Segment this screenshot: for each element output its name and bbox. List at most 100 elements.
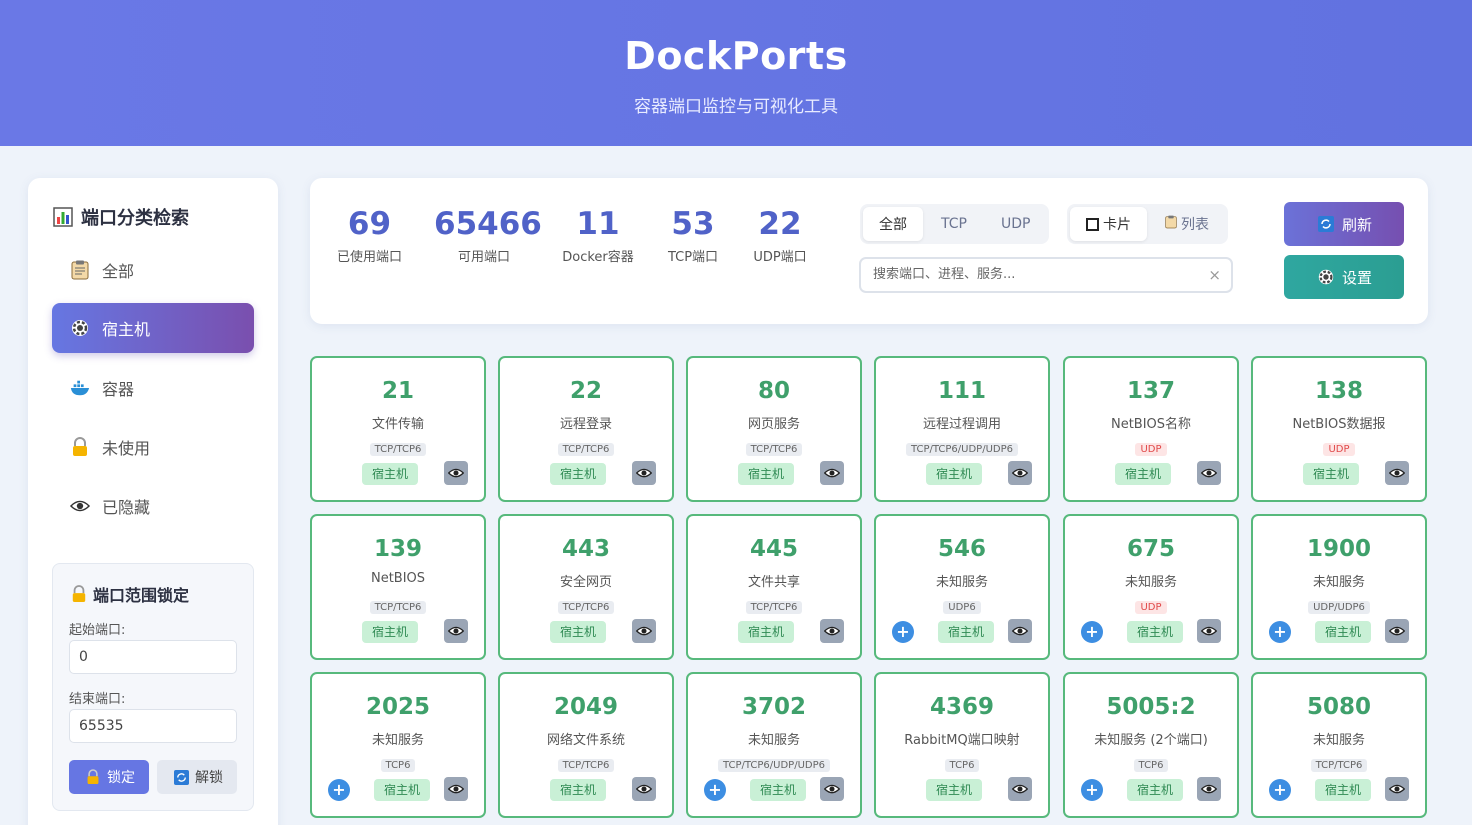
eye-icon[interactable] — [632, 777, 656, 801]
service-name: 未知服务 — [1124, 575, 1177, 590]
port-number: 138 — [1314, 378, 1363, 404]
sidebar-item-host[interactable]: 宿主机 — [52, 303, 254, 353]
port-card[interactable]: 139 NetBIOS TCP/TCP6 宿主机 — [310, 514, 486, 660]
add-icon[interactable]: + — [328, 779, 350, 801]
port-card[interactable]: 675 未知服务 UDP + 宿主机 — [1063, 514, 1239, 660]
port-card[interactable]: 138 NetBIOS数据报 UDP 宿主机 — [1251, 356, 1427, 502]
port-card[interactable]: 5005:2 未知服务 (2个端口) TCP6 + 宿主机 — [1063, 672, 1239, 818]
eye-icon[interactable] — [1385, 619, 1409, 643]
service-name: 网络文件系统 — [546, 733, 625, 748]
port-card[interactable]: 1900 未知服务 UDP/UDP6 + 宿主机 — [1251, 514, 1427, 660]
eye-icon[interactable] — [820, 619, 844, 643]
port-card[interactable]: 22 远程登录 TCP/TCP6 宿主机 — [498, 356, 674, 502]
eye-icon[interactable] — [1008, 619, 1032, 643]
protocol-badge: UDP — [1323, 443, 1355, 456]
service-name: 未知服务 — [747, 733, 800, 748]
port-number: 111 — [937, 378, 986, 404]
add-icon[interactable]: + — [704, 779, 726, 801]
sidebar-item-hidden[interactable]: 已隐藏 — [52, 481, 254, 531]
search-input[interactable]: 搜索端口、进程、服务... × — [859, 257, 1233, 293]
add-icon[interactable]: + — [1081, 779, 1103, 801]
eye-icon[interactable] — [632, 619, 656, 643]
refresh-button-label: 刷新 — [1341, 215, 1372, 234]
port-card[interactable]: 5080 未知服务 TCP/TCP6 + 宿主机 — [1251, 672, 1427, 818]
port-card[interactable]: 2049 网络文件系统 TCP/TCP6 宿主机 — [498, 672, 674, 818]
host-tag: 宿主机 — [550, 779, 607, 801]
eye-icon[interactable] — [444, 619, 468, 643]
view-list-option[interactable]: 列表 — [1149, 207, 1225, 241]
protocol-filter-all[interactable]: 全部 — [863, 207, 923, 241]
eye-icon[interactable] — [1197, 461, 1221, 485]
service-name: 网页服务 — [747, 417, 800, 432]
service-name: 未知服务 — [371, 733, 424, 748]
host-tag: 宿主机 — [362, 463, 419, 485]
eye-icon[interactable] — [820, 777, 844, 801]
host-tag: 宿主机 — [1115, 463, 1172, 485]
port-card[interactable]: 137 NetBIOS名称 UDP 宿主机 — [1063, 356, 1239, 502]
host-tag: 宿主机 — [1303, 463, 1360, 485]
service-name: 安全网页 — [559, 575, 612, 590]
eye-icon[interactable] — [1385, 777, 1409, 801]
protocol-filter-udp[interactable]: UDP — [985, 207, 1046, 241]
protocol-badge: TCP/TCP6 — [557, 759, 615, 772]
port-card[interactable]: 21 文件传输 TCP/TCP6 宿主机 — [310, 356, 486, 502]
add-icon[interactable]: + — [1269, 779, 1291, 801]
sidebar-item-container[interactable]: 容器 — [52, 363, 254, 413]
eye-icon[interactable] — [632, 461, 656, 485]
port-card[interactable]: 4369 RabbitMQ端口映射 TCP6 宿主机 — [874, 672, 1050, 818]
eye-icon[interactable] — [444, 777, 468, 801]
refresh-button[interactable]: 刷新 — [1284, 202, 1404, 246]
port-number: 1900 — [1306, 536, 1371, 562]
sidebar-item-unused[interactable]: 未使用 — [52, 422, 254, 472]
port-card[interactable]: 111 远程过程调用 TCP/TCP6/UDP/UDP6 宿主机 — [874, 356, 1050, 502]
protocol-badge: TCP/TCP6/UDP/UDP6 — [905, 443, 1018, 456]
protocol-wrap: TCP/TCP6/UDP/UDP6 — [688, 753, 860, 772]
view-card-option[interactable]: 卡片 — [1070, 207, 1147, 241]
eye-icon[interactable] — [1197, 619, 1221, 643]
add-icon[interactable]: + — [1269, 621, 1291, 643]
lock-button[interactable]: 锁定 — [69, 760, 149, 794]
protocol-badge: TCP/TCP6 — [557, 443, 615, 456]
port-card[interactable]: 3702 未知服务 TCP/TCP6/UDP/UDP6 + 宿主机 — [686, 672, 862, 818]
eye-icon[interactable] — [1008, 777, 1032, 801]
port-card[interactable]: 445 文件共享 TCP/TCP6 宿主机 — [686, 514, 862, 660]
unlock-button[interactable]: 解锁 — [157, 760, 237, 794]
clear-icon[interactable]: × — [1208, 259, 1221, 291]
clipboard-icon — [1165, 215, 1177, 233]
host-tag: 宿主机 — [738, 621, 795, 643]
port-card[interactable]: 546 未知服务 UDP6 + 宿主机 — [874, 514, 1050, 660]
port-card[interactable]: 443 安全网页 TCP/TCP6 宿主机 — [498, 514, 674, 660]
stat-label: TCP端口 — [667, 250, 719, 265]
eye-icon[interactable] — [444, 461, 468, 485]
protocol-badge: TCP/TCP6 — [745, 601, 803, 614]
start-port-input[interactable]: 0 — [69, 640, 237, 674]
port-number: 21 — [381, 378, 414, 404]
eye-icon[interactable] — [820, 461, 844, 485]
eye-icon[interactable] — [1385, 461, 1409, 485]
sidebar-item-label: 全部 — [102, 262, 135, 281]
end-port-label: 结束端口: — [69, 692, 126, 707]
protocol-badge: TCP/TCP6 — [557, 601, 615, 614]
service-name: 未知服务 — [935, 575, 988, 590]
stat-docker-containers: 11 Docker容器 — [558, 206, 638, 265]
end-port-input[interactable]: 65535 — [69, 709, 237, 743]
port-card[interactable]: 80 网页服务 TCP/TCP6 宿主机 — [686, 356, 862, 502]
add-icon[interactable]: + — [1081, 621, 1103, 643]
settings-button[interactable]: 设置 — [1284, 255, 1404, 299]
protocol-wrap: TCP/TCP6 — [312, 595, 484, 614]
gear-icon — [70, 318, 90, 338]
protocol-filter-tcp[interactable]: TCP — [925, 207, 983, 241]
service-name: NetBIOS名称 — [1110, 417, 1192, 432]
protocol-wrap: UDP — [1065, 595, 1237, 614]
add-icon[interactable]: + — [892, 621, 914, 643]
protocol-wrap: UDP — [1065, 437, 1237, 456]
sidebar-item-label: 未使用 — [102, 439, 151, 458]
search-placeholder: 搜索端口、进程、服务... — [873, 267, 1016, 282]
stat-udp-ports: 22 UDP端口 — [748, 206, 812, 265]
port-card[interactable]: 2025 未知服务 TCP6 + 宿主机 — [310, 672, 486, 818]
sidebar-item-all[interactable]: 全部 — [52, 245, 254, 295]
service-name: 远程登录 — [559, 417, 612, 432]
eye-icon[interactable] — [1008, 461, 1032, 485]
protocol-wrap: TCP/TCP6/UDP/UDP6 — [876, 437, 1048, 456]
eye-icon[interactable] — [1197, 777, 1221, 801]
